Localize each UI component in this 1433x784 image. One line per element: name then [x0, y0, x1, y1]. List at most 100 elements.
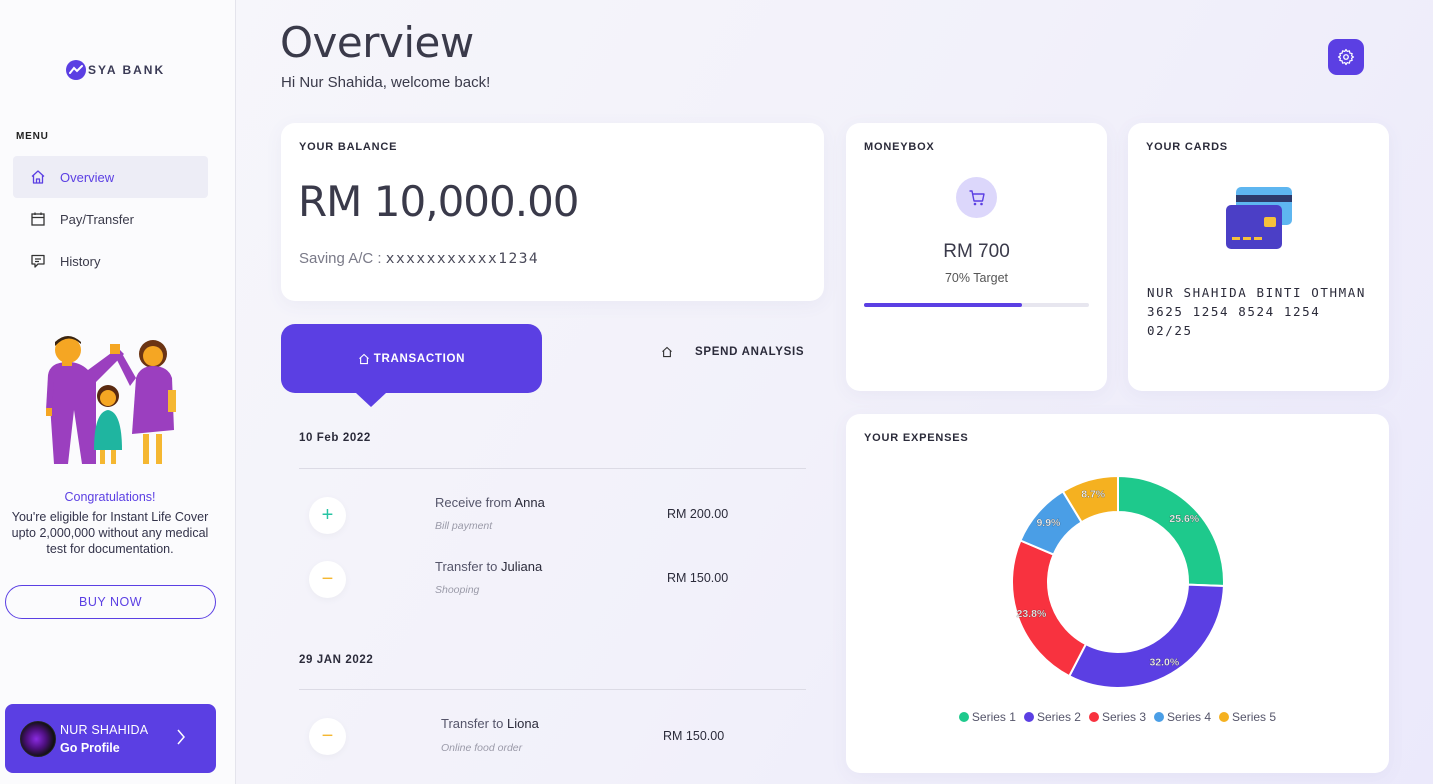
moneybox-card[interactable]: MONEYBOX RM 700 70% Target	[846, 123, 1107, 391]
expenses-card: YOUR EXPENSES 25.6% 32.0% 23.8% 9.9% 8.7% Se…	[846, 414, 1389, 773]
donut-data-label: 8.7%	[1081, 488, 1106, 500]
donut-data-label: 9.9%	[1036, 517, 1061, 529]
transaction-amount: RM 150.00	[663, 729, 725, 743]
cart-icon	[956, 177, 997, 218]
donut-data-label: 25.6%	[1169, 513, 1199, 525]
welcome-text: Hi Nur Shahida, welcome back!	[281, 74, 491, 91]
expenses-label: YOUR EXPENSES	[864, 432, 969, 444]
tab-pointer	[356, 393, 386, 407]
legend-item-series-3[interactable]: Series 3	[1088, 710, 1147, 724]
tab-transaction[interactable]: TRANSACTION	[281, 324, 542, 393]
family-illustration	[46, 336, 176, 464]
your-cards-card[interactable]: YOUR CARDS NUR SHAHIDA BINTI OTHMAN 3625…	[1128, 123, 1389, 391]
card-expiry: 02/25	[1147, 323, 1193, 338]
balance-label: YOUR BALANCE	[299, 141, 398, 153]
plus-icon: +	[309, 497, 346, 534]
legend-label: Series 2	[1036, 710, 1081, 724]
sidebar-item-history[interactable]: History	[13, 240, 208, 282]
settings-button[interactable]	[1328, 39, 1364, 75]
chart-legend: Series 1 Series 2 Series 3 Series 4 Series 5	[846, 710, 1389, 724]
moneybox-amount: RM 700	[943, 241, 1010, 262]
balance-amount: RM 10,000.00	[298, 177, 580, 226]
transaction-category: Bill payment	[435, 520, 493, 532]
transaction-prefix: Transfer to	[441, 716, 507, 731]
tab-label: SPEND ANALYSIS	[695, 346, 805, 358]
donut-slice-series-1[interactable]	[1117, 474, 1225, 588]
legend-item-series-1[interactable]: Series 1	[958, 710, 1016, 724]
transaction-amount: RM 150.00	[667, 571, 729, 585]
account-prefix: Saving A/C :	[299, 250, 386, 267]
donut-data-label: 23.8%	[1017, 608, 1047, 620]
account-number: xxxxxxxxxxx1234	[385, 251, 540, 267]
promo-text: You're eligible for Instant Life Cover u…	[11, 510, 209, 556]
sidebar-item-overview[interactable]: Overview	[13, 156, 208, 198]
account-info: Saving A/C : xxxxxxxxxxx1234	[299, 250, 539, 267]
transaction-category: Online food order	[441, 742, 523, 754]
transaction-party: Juliana	[500, 559, 543, 574]
card-number: 3625 1254 8524 1254	[1147, 304, 1321, 319]
home-icon	[358, 353, 369, 364]
transaction-prefix: Receive from	[435, 495, 515, 510]
moneybox-label: MONEYBOX	[864, 141, 935, 153]
home-icon	[31, 170, 45, 184]
legend-item-series-2[interactable]: Series 2	[1023, 710, 1081, 724]
buy-now-button[interactable]: BUY NOW	[5, 585, 216, 619]
sidebar-item-label: Overview	[60, 169, 115, 185]
transaction-party: Liona	[506, 716, 539, 731]
divider	[299, 689, 806, 690]
donut-slice-series-2[interactable]	[1067, 583, 1225, 689]
minus-icon: −	[309, 561, 346, 598]
transaction-date: 10 Feb 2022	[299, 432, 371, 444]
transaction-amount: RM 200.00	[667, 507, 729, 521]
gear-icon	[1337, 48, 1355, 66]
tab-spend-analysis[interactable]: SPEND ANALYSIS	[661, 346, 804, 358]
transaction-category: Shooping	[435, 584, 480, 596]
message-icon	[31, 254, 45, 268]
transaction-party: Anna	[514, 495, 545, 510]
legend-label: Series 3	[1101, 710, 1147, 724]
calendar-icon	[31, 212, 45, 226]
divider	[299, 468, 806, 469]
transaction-title[interactable]: Transfer to Liona	[441, 716, 539, 731]
credit-card-icon	[1226, 187, 1292, 249]
legend-label: Series 4	[1167, 710, 1212, 724]
transaction-prefix: Transfer to	[435, 559, 501, 574]
profile-card[interactable]: NUR SHAHIDA Go Profile	[5, 704, 216, 773]
tab-label: TRANSACTION	[373, 352, 466, 365]
sidebar-item-label: Pay/Transfer	[60, 211, 134, 227]
legend-label: Series 1	[971, 710, 1016, 724]
transaction-title[interactable]: Receive from Anna	[435, 495, 545, 510]
cards-label: YOUR CARDS	[1146, 141, 1228, 153]
page-title: Overview	[280, 18, 474, 67]
legend-swatch	[1023, 712, 1034, 722]
expenses-donut-chart: 25.6% 32.0% 23.8% 9.9% 8.7%	[1011, 474, 1225, 689]
legend-swatch	[958, 712, 969, 722]
moneybox-progress-fill	[864, 303, 1022, 307]
balance-card: YOUR BALANCE RM 10,000.00 Saving A/C : x…	[281, 123, 824, 301]
promo-title: Congratulations!	[64, 490, 156, 504]
legend-item-series-4[interactable]: Series 4	[1154, 710, 1211, 724]
home-icon	[662, 346, 672, 358]
bank-name: SYA BANK	[88, 63, 166, 77]
sidebar-item-pay-transfer[interactable]: Pay/Transfer	[13, 198, 208, 240]
minus-icon: −	[309, 718, 346, 755]
avatar	[20, 720, 56, 757]
profile-name: NUR SHAHIDA	[60, 722, 149, 737]
moneybox-progress-bar	[864, 303, 1089, 307]
card-holder-name: NUR SHAHIDA BINTI OTHMAN	[1147, 285, 1367, 300]
legend-label: Series 5	[1232, 710, 1277, 724]
transaction-date: 29 JAN 2022	[299, 654, 374, 666]
go-profile-link[interactable]: Go Profile	[60, 741, 148, 755]
legend-swatch	[1088, 712, 1099, 722]
transaction-tabs: TRANSACTION SPEND ANALYSIS	[281, 324, 824, 408]
transaction-title[interactable]: Transfer to Juliana	[435, 559, 542, 574]
legend-swatch	[1219, 712, 1230, 722]
legend-swatch	[1154, 712, 1165, 722]
chevron-right-icon	[177, 729, 185, 745]
moneybox-target: 70% Target	[944, 271, 1008, 285]
menu-title: MENU	[16, 131, 49, 142]
legend-item-series-5[interactable]: Series 5	[1219, 710, 1276, 724]
sidebar-item-label: History	[60, 253, 101, 269]
donut-data-label: 32.0%	[1149, 656, 1179, 668]
bank-logo[interactable]: SYA BANK	[66, 60, 165, 80]
